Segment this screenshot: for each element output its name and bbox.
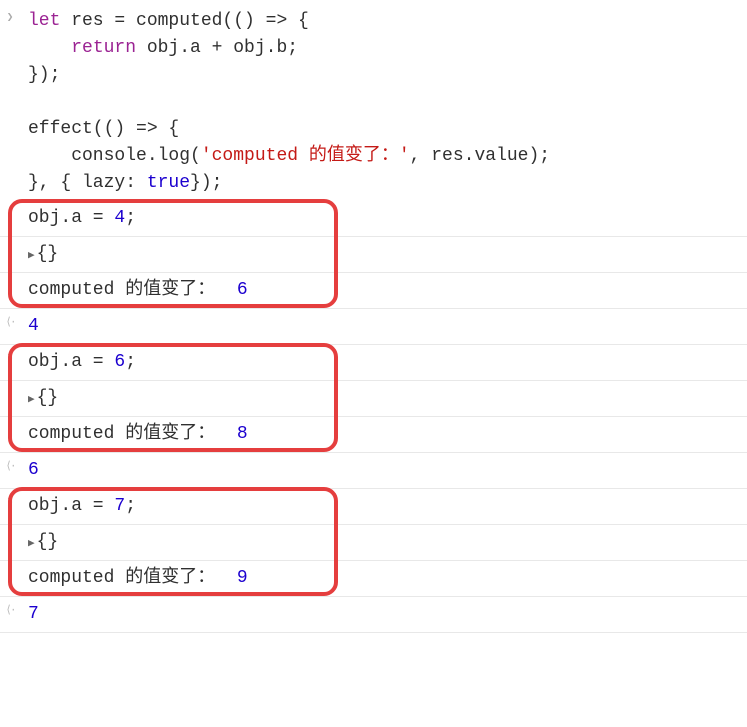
- console-input-row[interactable]: obj.a = 4;: [0, 201, 747, 236]
- log-message: computed 的值变了： 9: [20, 563, 747, 594]
- console-log-row[interactable]: ▶{}: [0, 381, 747, 416]
- expand-triangle-icon[interactable]: ▶: [28, 394, 35, 406]
- console-input-row[interactable]: obj.a = 7;: [0, 489, 747, 524]
- output-arrow-icon: [0, 455, 20, 476]
- output-arrow-icon: [0, 599, 20, 620]
- console-log-row: computed 的值变了： 6: [0, 273, 747, 308]
- output-value: 7: [28, 604, 39, 624]
- object-repr: {}: [37, 388, 59, 408]
- output-value: 4: [28, 316, 39, 336]
- string-literal: 'computed 的值变了：': [201, 146, 410, 166]
- input-prompt-icon: [0, 203, 20, 207]
- console-output-row: 4: [0, 309, 747, 344]
- code-block: let res = computed(() => { return obj.a …: [20, 6, 747, 199]
- console-log-row[interactable]: ▶{}: [0, 237, 747, 272]
- console-output-row: 6: [0, 453, 747, 488]
- console-output: let res = computed(() => { return obj.a …: [0, 4, 747, 633]
- expand-triangle-icon[interactable]: ▶: [28, 538, 35, 550]
- input-prompt-icon: [0, 6, 20, 27]
- keyword-let: let: [28, 11, 60, 31]
- console-log-row: computed 的值变了： 9: [0, 561, 747, 596]
- console-log-row[interactable]: ▶{}: [0, 525, 747, 560]
- output-value: 6: [28, 460, 39, 480]
- assignment-expression: obj.a = 7;: [20, 491, 747, 522]
- keyword-true: true: [147, 173, 190, 193]
- assignment-expression: obj.a = 4;: [20, 203, 747, 234]
- console-log-row: computed 的值变了： 8: [0, 417, 747, 452]
- object-repr: {}: [37, 532, 59, 552]
- input-prompt-icon: [0, 491, 20, 512]
- console-input-row[interactable]: obj.a = 6;: [0, 345, 747, 380]
- console-input-row[interactable]: let res = computed(() => { return obj.a …: [0, 4, 747, 201]
- object-repr: {}: [37, 244, 59, 264]
- log-message: computed 的值变了： 8: [20, 419, 747, 450]
- console-output-row: 7: [0, 597, 747, 632]
- keyword-return: return: [71, 38, 136, 58]
- input-prompt-icon: [0, 347, 20, 368]
- log-message: computed 的值变了： 6: [20, 275, 747, 306]
- expand-triangle-icon[interactable]: ▶: [28, 250, 35, 262]
- assignment-expression: obj.a = 6;: [20, 347, 747, 378]
- output-arrow-icon: [0, 311, 20, 332]
